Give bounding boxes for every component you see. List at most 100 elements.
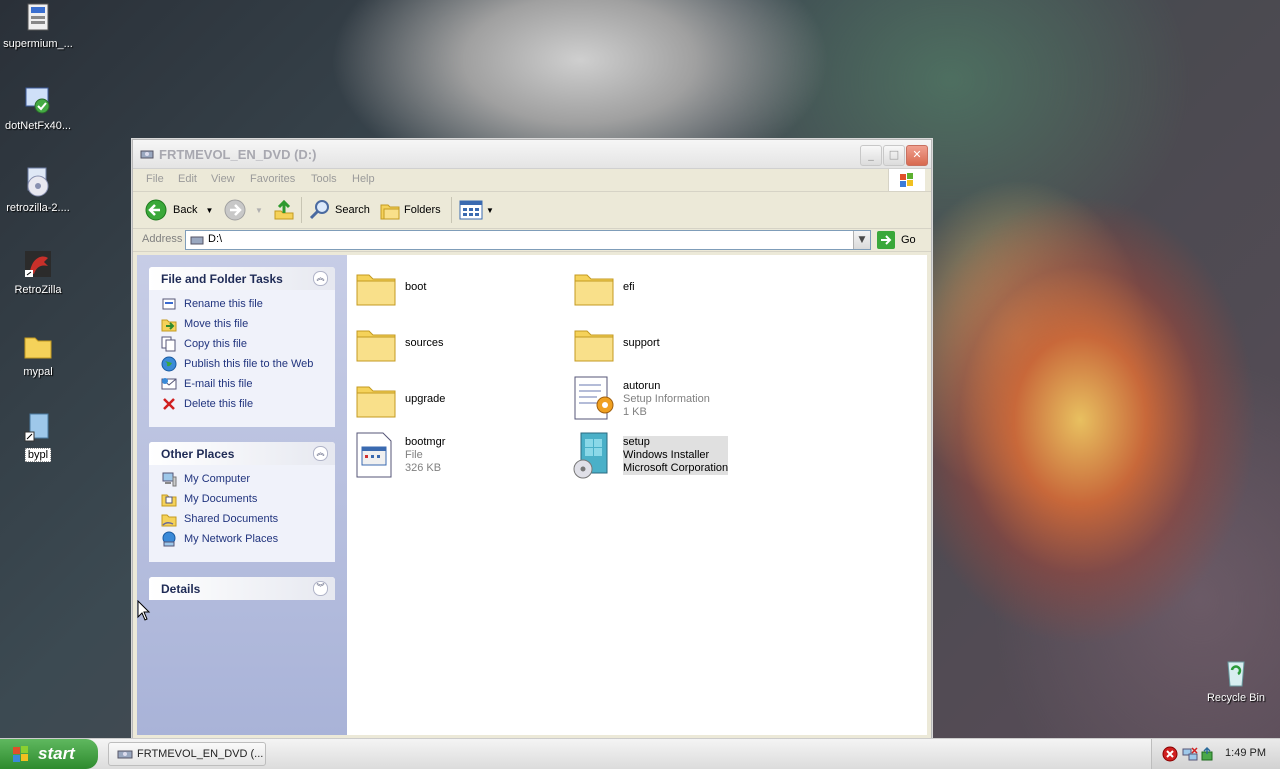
chevron-down-icon[interactable]: ▼ — [486, 206, 494, 215]
address-bar: Address D:\ ▼ Go — [133, 229, 931, 252]
panel-title: Details — [161, 582, 201, 596]
network-icon[interactable] — [1182, 746, 1198, 762]
shared-folder-icon — [161, 514, 177, 527]
views-icon — [459, 200, 483, 220]
folder-item-support[interactable]: support — [573, 319, 660, 367]
file-item-autorun[interactable]: autorun Setup Information 1 KB — [573, 375, 710, 423]
address-input[interactable]: D:\ ▼ — [185, 230, 871, 250]
rename-icon — [162, 298, 176, 310]
go-button[interactable]: Go — [877, 231, 916, 249]
back-button[interactable]: Back ▼ — [145, 199, 213, 221]
file-tasks-panel: File and Folder Tasks ︽ Rename this file… — [149, 267, 335, 427]
place-my-computer[interactable]: My Computer — [161, 469, 335, 489]
task-pane: File and Folder Tasks ︽ Rename this file… — [137, 255, 347, 735]
desktop-icon-supermium[interactable]: supermium_... — [0, 2, 76, 50]
panel-header[interactable]: Other Places ︽ — [149, 442, 335, 465]
folder-item-boot[interactable]: boot — [355, 263, 426, 311]
maximize-button[interactable]: □ — [883, 145, 905, 166]
file-item-setup[interactable]: setup Windows Installer Microsoft Corpor… — [573, 431, 729, 479]
folders-button[interactable]: Folders — [379, 199, 441, 221]
search-button[interactable]: Search — [308, 199, 370, 221]
panel-title: Other Places — [161, 447, 235, 461]
drive-icon — [140, 147, 154, 161]
menu-edit[interactable]: Edit — [178, 173, 197, 185]
task-delete[interactable]: Delete this file — [161, 394, 335, 414]
up-folder-button[interactable] — [273, 199, 295, 221]
place-my-documents[interactable]: My Documents — [161, 489, 335, 509]
setup-information-icon — [574, 376, 614, 420]
desktop-icon-label: Recycle Bin — [1206, 692, 1266, 704]
task-copy[interactable]: Copy this file — [161, 334, 335, 354]
security-alert-icon[interactable] — [1162, 746, 1178, 762]
details-panel: Details ︾ — [149, 577, 335, 600]
desktop-icon-retrozilla-installer[interactable]: retrozilla-2.... — [0, 166, 76, 214]
chevron-down-icon[interactable]: ▼ — [853, 231, 870, 249]
menu-help[interactable]: Help — [352, 173, 375, 185]
taskbar-window-button[interactable]: FRTMEVOL_EN_DVD (... — [108, 742, 266, 766]
folder-item-efi[interactable]: efi — [573, 263, 635, 311]
copy-icon — [161, 336, 176, 352]
forward-button[interactable]: ▼ — [223, 199, 263, 221]
minimize-button[interactable]: _ — [860, 145, 882, 166]
globe-icon — [161, 356, 177, 372]
drive-icon — [117, 750, 133, 759]
task-publish[interactable]: Publish this file to the Web — [161, 354, 335, 374]
folder-icon — [356, 330, 396, 362]
clock[interactable]: 1:49 PM — [1225, 747, 1266, 759]
system-tray: 1:49 PM — [1151, 739, 1280, 769]
task-move[interactable]: Move this file — [161, 314, 335, 334]
retrozilla-icon — [22, 248, 54, 280]
folders-icon — [380, 204, 400, 220]
taskbar-window-label: FRTMEVOL_EN_DVD (... — [137, 748, 264, 760]
explorer-window[interactable]: FRTMEVOL_EN_DVD (D:) _ □ ✕ File Edit Vie… — [132, 139, 932, 739]
menu-favorites[interactable]: Favorites — [250, 173, 295, 185]
desktop-icon-dotnetfx[interactable]: dotNetFx40... — [0, 84, 76, 132]
chevron-down-icon[interactable]: ▼ — [205, 206, 213, 215]
drive-icon — [190, 236, 204, 245]
mouse-cursor-icon — [137, 600, 151, 621]
title-bar[interactable]: FRTMEVOL_EN_DVD (D:) _ □ ✕ — [133, 140, 931, 169]
panel-header[interactable]: File and Folder Tasks ︽ — [149, 267, 335, 290]
menu-tools[interactable]: Tools — [311, 173, 337, 185]
address-label: Address — [142, 233, 183, 245]
folder-item-upgrade[interactable]: upgrade — [355, 375, 445, 423]
close-button[interactable]: ✕ — [906, 145, 928, 166]
expand-icon[interactable]: ︾ — [313, 581, 328, 596]
menu-view[interactable]: View — [211, 173, 235, 185]
task-rename[interactable]: Rename this file — [161, 294, 335, 314]
collapse-icon[interactable]: ︽ — [313, 271, 328, 286]
desktop-icon-bypl[interactable]: bypl — [0, 412, 76, 462]
shortcut-file-icon — [22, 412, 54, 444]
desktop-icon-retrozilla[interactable]: RetroZilla — [0, 248, 76, 296]
chevron-down-icon[interactable]: ▼ — [255, 206, 263, 215]
system-file-icon — [356, 432, 392, 478]
place-network[interactable]: My Network Places — [161, 529, 335, 549]
views-button[interactable]: ▼ — [459, 199, 494, 221]
taskbar: start FRTMEVOL_EN_DVD (... 1:49 PM — [0, 738, 1280, 769]
windows-logo-icon — [888, 169, 925, 191]
panel-title: File and Folder Tasks — [161, 272, 283, 286]
go-arrow-icon — [877, 231, 895, 249]
folder-item-sources[interactable]: sources — [355, 319, 444, 367]
email-icon — [161, 378, 177, 390]
panel-header[interactable]: Details ︾ — [149, 577, 335, 600]
go-label: Go — [901, 234, 916, 246]
safely-remove-icon[interactable] — [1200, 746, 1216, 762]
file-item-bootmgr[interactable]: bootmgr File 326 KB — [355, 431, 445, 479]
desktop-icon-mypal[interactable]: mypal — [0, 330, 76, 378]
menu-file[interactable]: File — [146, 173, 164, 185]
windows-logo-icon — [13, 746, 28, 762]
start-label: start — [38, 744, 75, 763]
desktop-icon-label: supermium_... — [3, 38, 73, 50]
desktop-icon-label: mypal — [23, 366, 53, 378]
recycle-bin-icon — [1220, 656, 1252, 688]
task-email[interactable]: E-mail this file — [161, 374, 335, 394]
toolbar-separator — [451, 197, 452, 223]
start-button[interactable]: start — [0, 739, 98, 769]
collapse-icon[interactable]: ︽ — [313, 446, 328, 461]
setup-icon — [22, 84, 54, 116]
move-icon — [161, 319, 177, 332]
desktop-icon-recycle-bin[interactable]: Recycle Bin — [1198, 656, 1274, 704]
back-label: Back — [173, 204, 198, 216]
place-shared-documents[interactable]: Shared Documents — [161, 509, 335, 529]
